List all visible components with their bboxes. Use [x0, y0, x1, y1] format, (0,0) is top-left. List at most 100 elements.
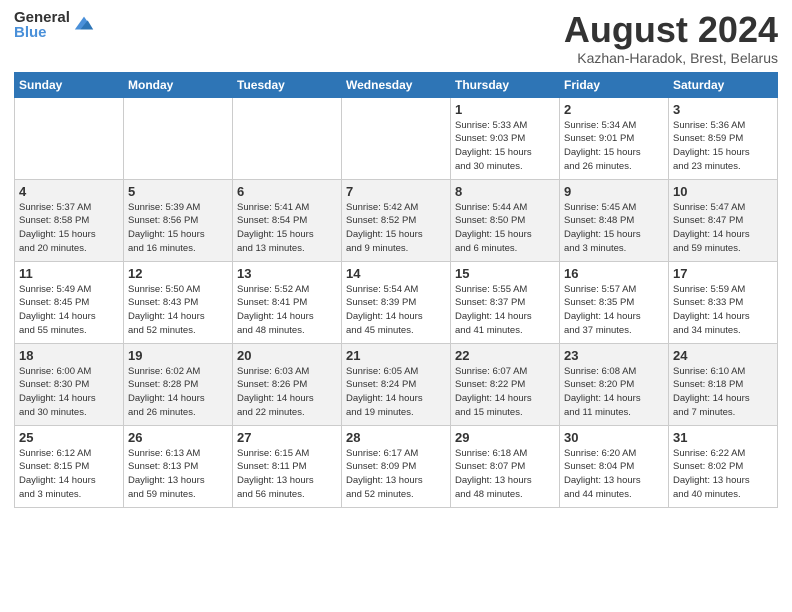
calendar-cell: 9Sunrise: 5:45 AM Sunset: 8:48 PM Daylig…	[560, 179, 669, 261]
calendar-cell: 28 Sunrise: 6:17 AM Sunset: 8:09 PM Dayli…	[342, 425, 451, 507]
calendar-cell: 20Sunrise: 6:03 AM Sunset: 8:26 PM Dayli…	[233, 343, 342, 425]
day-number: 28	[346, 430, 446, 445]
day-info: Sunrise: 5:44 AM Sunset: 8:50 PM Dayligh…	[455, 201, 555, 256]
logo-icon	[73, 13, 95, 35]
calendar-cell: 13 Sunrise: 5:52 AM Sunset: 8:41 PM Dayli…	[233, 261, 342, 343]
day-info: Sunrise: 5:39 AM Sunset: 8:56 PM Dayligh…	[128, 201, 228, 256]
calendar-cell: 22 Sunrise: 6:07 AM Sunset: 8:22 PM Dayli…	[451, 343, 560, 425]
weekday-row: SundayMondayTuesdayWednesdayThursdayFrid…	[15, 72, 778, 97]
calendar-cell	[342, 97, 451, 179]
calendar-row: 11Sunrise: 5:49 AM Sunset: 8:45 PM Dayli…	[15, 261, 778, 343]
day-info: Sunrise: 5:47 AM Sunset: 8:47 PM Dayligh…	[673, 201, 773, 256]
day-number: 22	[455, 348, 555, 363]
day-number: 8	[455, 184, 555, 199]
calendar-cell: 25Sunrise: 6:12 AM Sunset: 8:15 PM Dayli…	[15, 425, 124, 507]
day-number: 29	[455, 430, 555, 445]
day-number: 2	[564, 102, 664, 117]
weekday-header: Thursday	[451, 72, 560, 97]
day-number: 11	[19, 266, 119, 281]
day-number: 13	[237, 266, 337, 281]
calendar-table: SundayMondayTuesdayWednesdayThursdayFrid…	[14, 72, 778, 508]
day-info: Sunrise: 5:52 AM Sunset: 8:41 PM Dayligh…	[237, 283, 337, 338]
month-title: August 2024	[564, 10, 778, 50]
header: General Blue August 2024 Kazhan-Haradok,…	[14, 10, 778, 66]
calendar-cell: 4 Sunrise: 5:37 AM Sunset: 8:58 PM Daylig…	[15, 179, 124, 261]
day-number: 23	[564, 348, 664, 363]
day-info: Sunrise: 6:18 AM Sunset: 8:07 PM Dayligh…	[455, 447, 555, 502]
day-number: 19	[128, 348, 228, 363]
day-info: Sunrise: 5:34 AM Sunset: 9:01 PM Dayligh…	[564, 119, 664, 174]
day-number: 30	[564, 430, 664, 445]
calendar-cell: 2 Sunrise: 5:34 AM Sunset: 9:01 PM Daylig…	[560, 97, 669, 179]
calendar-cell: 18Sunrise: 6:00 AM Sunset: 8:30 PM Dayli…	[15, 343, 124, 425]
day-number: 10	[673, 184, 773, 199]
day-info: Sunrise: 6:05 AM Sunset: 8:24 PM Dayligh…	[346, 365, 446, 420]
calendar-cell: 14Sunrise: 5:54 AM Sunset: 8:39 PM Dayli…	[342, 261, 451, 343]
weekday-header: Tuesday	[233, 72, 342, 97]
logo: General Blue	[14, 10, 95, 40]
location-subtitle: Kazhan-Haradok, Brest, Belarus	[564, 50, 778, 66]
calendar-cell: 24 Sunrise: 6:10 AM Sunset: 8:18 PM Dayli…	[669, 343, 778, 425]
calendar-cell: 27 Sunrise: 6:15 AM Sunset: 8:11 PM Dayli…	[233, 425, 342, 507]
calendar-cell	[124, 97, 233, 179]
day-info: Sunrise: 5:36 AM Sunset: 8:59 PM Dayligh…	[673, 119, 773, 174]
day-info: Sunrise: 6:22 AM Sunset: 8:02 PM Dayligh…	[673, 447, 773, 502]
day-number: 17	[673, 266, 773, 281]
day-info: Sunrise: 5:55 AM Sunset: 8:37 PM Dayligh…	[455, 283, 555, 338]
day-info: Sunrise: 6:07 AM Sunset: 8:22 PM Dayligh…	[455, 365, 555, 420]
day-number: 18	[19, 348, 119, 363]
calendar-row: 1Sunrise: 5:33 AM Sunset: 9:03 PM Daylig…	[15, 97, 778, 179]
calendar-cell: 12Sunrise: 5:50 AM Sunset: 8:43 PM Dayli…	[124, 261, 233, 343]
calendar-cell: 5 Sunrise: 5:39 AM Sunset: 8:56 PM Daylig…	[124, 179, 233, 261]
calendar-cell	[233, 97, 342, 179]
calendar-cell: 16Sunrise: 5:57 AM Sunset: 8:35 PM Dayli…	[560, 261, 669, 343]
weekday-header: Wednesday	[342, 72, 451, 97]
day-info: Sunrise: 6:02 AM Sunset: 8:28 PM Dayligh…	[128, 365, 228, 420]
day-number: 26	[128, 430, 228, 445]
day-number: 9	[564, 184, 664, 199]
day-info: Sunrise: 6:17 AM Sunset: 8:09 PM Dayligh…	[346, 447, 446, 502]
calendar-cell: 15 Sunrise: 5:55 AM Sunset: 8:37 PM Dayli…	[451, 261, 560, 343]
calendar-cell: 8 Sunrise: 5:44 AM Sunset: 8:50 PM Daylig…	[451, 179, 560, 261]
calendar-cell: 23 Sunrise: 6:08 AM Sunset: 8:20 PM Dayli…	[560, 343, 669, 425]
calendar-row: 25Sunrise: 6:12 AM Sunset: 8:15 PM Dayli…	[15, 425, 778, 507]
day-info: Sunrise: 5:50 AM Sunset: 8:43 PM Dayligh…	[128, 283, 228, 338]
calendar-cell: 1Sunrise: 5:33 AM Sunset: 9:03 PM Daylig…	[451, 97, 560, 179]
day-info: Sunrise: 5:59 AM Sunset: 8:33 PM Dayligh…	[673, 283, 773, 338]
day-number: 31	[673, 430, 773, 445]
day-info: Sunrise: 5:54 AM Sunset: 8:39 PM Dayligh…	[346, 283, 446, 338]
day-number: 15	[455, 266, 555, 281]
calendar-cell: 29 Sunrise: 6:18 AM Sunset: 8:07 PM Dayli…	[451, 425, 560, 507]
day-number: 3	[673, 102, 773, 117]
calendar-body: 1Sunrise: 5:33 AM Sunset: 9:03 PM Daylig…	[15, 97, 778, 507]
calendar-cell: 19 Sunrise: 6:02 AM Sunset: 8:28 PM Dayli…	[124, 343, 233, 425]
calendar-cell: 7 Sunrise: 5:42 AM Sunset: 8:52 PM Daylig…	[342, 179, 451, 261]
logo-general: General	[14, 10, 70, 25]
calendar-cell: 26Sunrise: 6:13 AM Sunset: 8:13 PM Dayli…	[124, 425, 233, 507]
calendar-row: 18Sunrise: 6:00 AM Sunset: 8:30 PM Dayli…	[15, 343, 778, 425]
day-info: Sunrise: 5:42 AM Sunset: 8:52 PM Dayligh…	[346, 201, 446, 256]
day-info: Sunrise: 6:10 AM Sunset: 8:18 PM Dayligh…	[673, 365, 773, 420]
weekday-header: Sunday	[15, 72, 124, 97]
day-info: Sunrise: 5:37 AM Sunset: 8:58 PM Dayligh…	[19, 201, 119, 256]
day-number: 24	[673, 348, 773, 363]
calendar-row: 4 Sunrise: 5:37 AM Sunset: 8:58 PM Daylig…	[15, 179, 778, 261]
day-info: Sunrise: 6:03 AM Sunset: 8:26 PM Dayligh…	[237, 365, 337, 420]
day-info: Sunrise: 5:57 AM Sunset: 8:35 PM Dayligh…	[564, 283, 664, 338]
day-info: Sunrise: 6:08 AM Sunset: 8:20 PM Dayligh…	[564, 365, 664, 420]
calendar-cell: 21 Sunrise: 6:05 AM Sunset: 8:24 PM Dayli…	[342, 343, 451, 425]
day-number: 7	[346, 184, 446, 199]
day-info: Sunrise: 5:41 AM Sunset: 8:54 PM Dayligh…	[237, 201, 337, 256]
calendar-cell: 3 Sunrise: 5:36 AM Sunset: 8:59 PM Daylig…	[669, 97, 778, 179]
weekday-header: Saturday	[669, 72, 778, 97]
day-number: 21	[346, 348, 446, 363]
title-block: August 2024 Kazhan-Haradok, Brest, Belar…	[564, 10, 778, 66]
day-info: Sunrise: 5:33 AM Sunset: 9:03 PM Dayligh…	[455, 119, 555, 174]
logo-blue: Blue	[14, 25, 70, 40]
day-number: 4	[19, 184, 119, 199]
calendar-cell: 10 Sunrise: 5:47 AM Sunset: 8:47 PM Dayli…	[669, 179, 778, 261]
day-number: 5	[128, 184, 228, 199]
day-info: Sunrise: 6:15 AM Sunset: 8:11 PM Dayligh…	[237, 447, 337, 502]
calendar-cell: 6Sunrise: 5:41 AM Sunset: 8:54 PM Daylig…	[233, 179, 342, 261]
day-number: 27	[237, 430, 337, 445]
